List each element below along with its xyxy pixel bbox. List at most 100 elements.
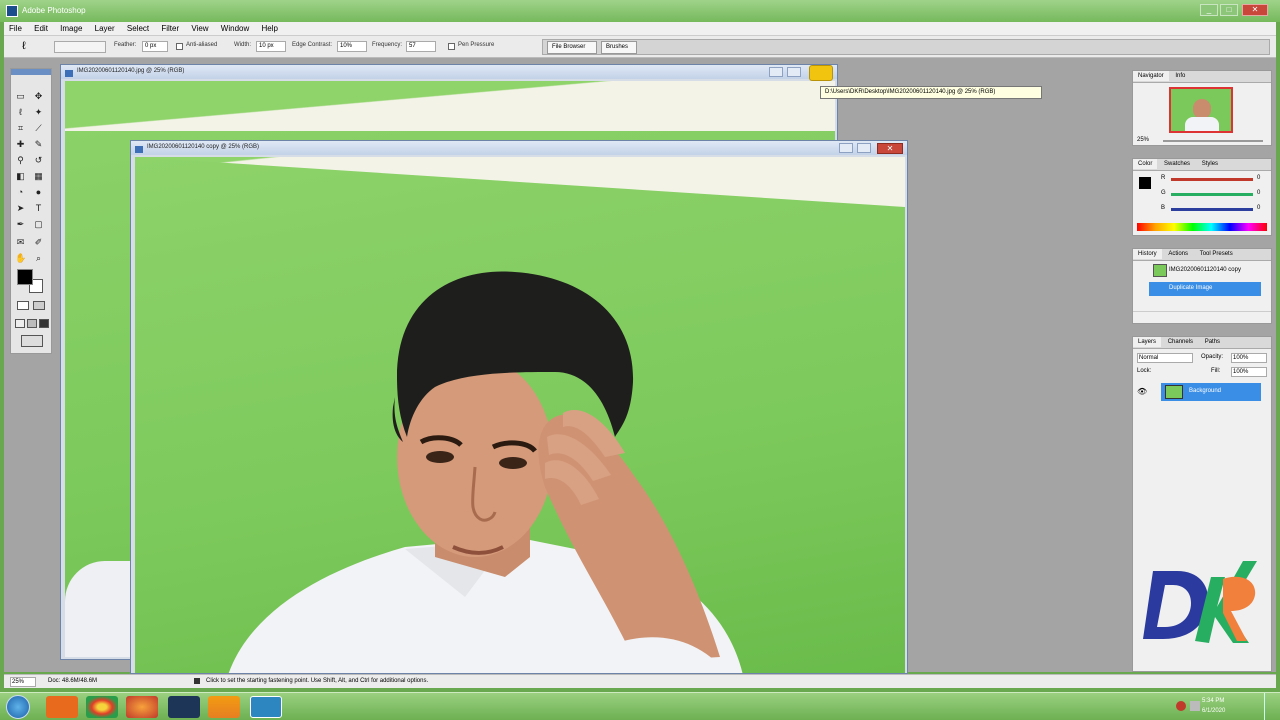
firefox-icon[interactable] bbox=[126, 696, 158, 718]
menu-help[interactable]: Help bbox=[256, 22, 282, 35]
document-minimize-button[interactable] bbox=[839, 143, 853, 153]
navigator-thumbnail[interactable] bbox=[1169, 87, 1233, 133]
tray-network-icon[interactable] bbox=[1190, 701, 1200, 711]
menu-layer[interactable]: Layer bbox=[90, 22, 120, 35]
status-zoom[interactable]: 25% bbox=[10, 677, 36, 687]
start-button[interactable] bbox=[6, 695, 30, 719]
media-player-icon[interactable] bbox=[168, 696, 200, 718]
marquee-tool-icon[interactable]: ▭ bbox=[15, 91, 26, 102]
document-close-button[interactable] bbox=[809, 65, 833, 81]
menu-image[interactable]: Image bbox=[55, 22, 87, 35]
tray-alert-icon[interactable] bbox=[1176, 701, 1186, 711]
edge-contrast-input[interactable]: 10% bbox=[337, 41, 367, 52]
clone-stamp-tool-icon[interactable]: ⚲ bbox=[15, 155, 26, 166]
document-close-button[interactable]: ✕ bbox=[877, 143, 903, 154]
width-input[interactable]: 10 px bbox=[256, 41, 286, 52]
foreground-color-swatch[interactable] bbox=[17, 269, 33, 285]
menu-select[interactable]: Select bbox=[122, 22, 154, 35]
navigator-zoom-slider[interactable] bbox=[1163, 140, 1263, 142]
menu-file[interactable]: File bbox=[4, 22, 27, 35]
eye-icon[interactable]: 👁 bbox=[1137, 387, 1147, 397]
dodge-tool-icon[interactable]: ● bbox=[33, 187, 44, 198]
eyedropper-tool-icon[interactable]: ✐ bbox=[33, 237, 44, 248]
fill-input[interactable]: 100% bbox=[1231, 367, 1267, 377]
minimize-button[interactable]: _ bbox=[1200, 4, 1218, 16]
document-minimize-button[interactable] bbox=[769, 67, 783, 77]
channel-g-value[interactable]: 0 bbox=[1257, 190, 1260, 196]
hand-tool-icon[interactable]: ✋ bbox=[15, 253, 26, 264]
jump-to-imageready-icon[interactable] bbox=[21, 335, 43, 347]
color-spectrum-bar[interactable] bbox=[1137, 223, 1267, 231]
history-brush-tool-icon[interactable]: ↺ bbox=[33, 155, 44, 166]
slice-tool-icon[interactable]: ⟋ bbox=[33, 123, 44, 134]
channel-b-slider[interactable] bbox=[1171, 208, 1253, 211]
chrome-icon[interactable] bbox=[86, 696, 118, 718]
antialiased-checkbox[interactable] bbox=[176, 43, 183, 50]
move-tool-icon[interactable]: ✥ bbox=[33, 91, 44, 102]
channel-g-slider[interactable] bbox=[1171, 193, 1253, 196]
tab-channels[interactable]: Channels bbox=[1163, 337, 1198, 347]
menu-window[interactable]: Window bbox=[216, 22, 254, 35]
gradient-tool-icon[interactable]: ▦ bbox=[33, 171, 44, 182]
screen-mode-full-icon[interactable] bbox=[39, 319, 49, 328]
feather-input[interactable]: 0 px bbox=[142, 41, 168, 52]
color-foreground-swatch[interactable] bbox=[1139, 177, 1151, 189]
blend-mode-select[interactable]: Normal bbox=[1137, 353, 1193, 363]
pen-pressure-checkbox[interactable] bbox=[448, 43, 455, 50]
lasso-tool-icon[interactable]: ℓ bbox=[15, 107, 26, 118]
maximize-button[interactable]: □ bbox=[1220, 4, 1238, 16]
crop-tool-icon[interactable]: ⌗ bbox=[15, 123, 26, 134]
photoshop-taskbar-icon[interactable] bbox=[250, 696, 282, 718]
menu-view[interactable]: View bbox=[186, 22, 213, 35]
standard-mode-icon[interactable] bbox=[17, 301, 29, 310]
magic-wand-tool-icon[interactable]: ✦ bbox=[33, 107, 44, 118]
history-snapshot[interactable]: IMG20200601120140 copy bbox=[1149, 263, 1269, 279]
brushes-tab[interactable]: Brushes bbox=[601, 41, 637, 54]
document-maximize-button[interactable] bbox=[857, 143, 871, 153]
tab-paths[interactable]: Paths bbox=[1200, 337, 1225, 347]
tab-info[interactable]: Info bbox=[1170, 71, 1190, 81]
channel-r-value[interactable]: 0 bbox=[1257, 175, 1260, 181]
selection-mode-buttons[interactable] bbox=[54, 41, 106, 53]
notes-tool-icon[interactable]: ✉ bbox=[15, 237, 26, 248]
frequency-input[interactable]: 57 bbox=[406, 41, 436, 52]
magnetic-lasso-icon[interactable]: ℓ bbox=[22, 40, 36, 54]
menu-edit[interactable]: Edit bbox=[29, 22, 53, 35]
opacity-input[interactable]: 100% bbox=[1231, 353, 1267, 363]
taskbar-time[interactable]: 5:34 PM bbox=[1202, 698, 1224, 704]
document-maximize-button[interactable] bbox=[787, 67, 801, 77]
healing-brush-tool-icon[interactable]: ✚ bbox=[15, 139, 26, 150]
brush-tool-icon[interactable]: ✎ bbox=[33, 139, 44, 150]
show-desktop-button[interactable] bbox=[1264, 693, 1278, 720]
quick-mask-mode-icon[interactable] bbox=[33, 301, 45, 310]
close-button[interactable]: ✕ bbox=[1242, 4, 1268, 16]
taskbar-app-orange-icon[interactable] bbox=[46, 696, 78, 718]
channel-b-value[interactable]: 0 bbox=[1257, 205, 1260, 211]
tab-navigator[interactable]: Navigator bbox=[1133, 71, 1169, 81]
navigator-zoom[interactable]: 25% bbox=[1137, 137, 1149, 143]
history-state-duplicate[interactable]: Duplicate Image bbox=[1149, 282, 1261, 296]
blur-tool-icon[interactable]: ◔ bbox=[15, 187, 26, 198]
shape-tool-icon[interactable]: ▢ bbox=[33, 219, 44, 230]
screen-mode-standard-icon[interactable] bbox=[15, 319, 25, 328]
tab-tool-presets[interactable]: Tool Presets bbox=[1195, 249, 1238, 259]
screen-mode-full-menu-icon[interactable] bbox=[27, 319, 37, 328]
tab-layers[interactable]: Layers bbox=[1133, 337, 1162, 347]
tab-color[interactable]: Color bbox=[1133, 159, 1158, 169]
tab-swatches[interactable]: Swatches bbox=[1159, 159, 1195, 169]
pen-tool-icon[interactable]: ✒ bbox=[15, 219, 26, 230]
document-canvas-copy[interactable] bbox=[135, 157, 905, 673]
taskbar-date[interactable]: 6/1/2020 bbox=[1202, 708, 1225, 714]
tab-history[interactable]: History bbox=[1133, 249, 1162, 259]
type-tool-icon[interactable]: T bbox=[33, 203, 44, 214]
path-selection-tool-icon[interactable]: ➤ bbox=[15, 203, 26, 214]
eraser-tool-icon[interactable]: ◧ bbox=[15, 171, 26, 182]
channel-r-slider[interactable] bbox=[1171, 178, 1253, 181]
file-browser-tab[interactable]: File Browser bbox=[547, 41, 597, 54]
status-arrow-icon[interactable] bbox=[194, 678, 200, 684]
tab-styles[interactable]: Styles bbox=[1197, 159, 1223, 169]
vlc-icon[interactable] bbox=[208, 696, 240, 718]
toolbox-grip[interactable] bbox=[11, 69, 51, 75]
zoom-tool-icon[interactable]: ⌕ bbox=[33, 253, 44, 264]
menu-filter[interactable]: Filter bbox=[156, 22, 184, 35]
